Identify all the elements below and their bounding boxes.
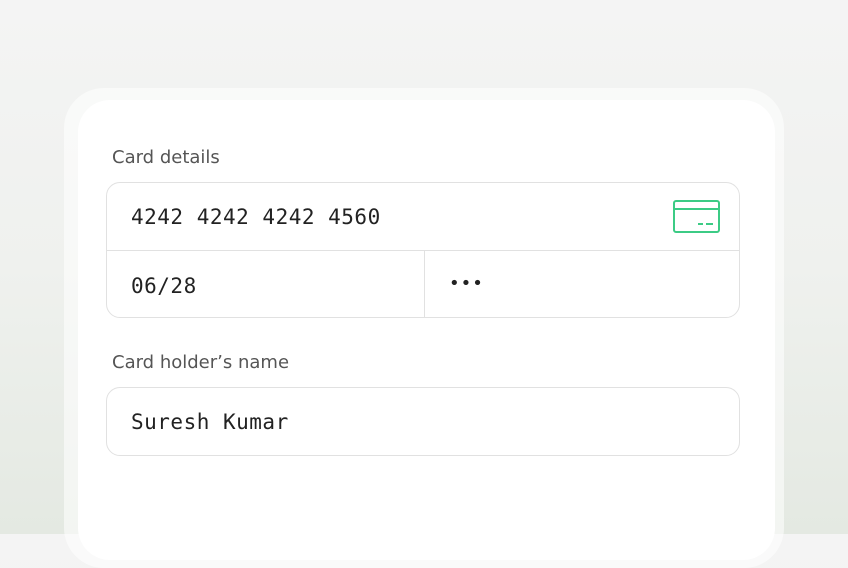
payment-card-panel [78,100,775,560]
card-holder-name-label: Card holder’s name [112,352,290,373]
field-divider-vertical [424,251,425,318]
card-details-group: 4242 4242 4242 4560 06/28 ••• [106,182,740,318]
card-holder-name-input[interactable]: Suresh Kumar [106,387,740,456]
credit-card-icon [673,200,720,233]
card-number-field[interactable]: 4242 4242 4242 4560 [131,205,381,229]
expiry-date-field[interactable]: 06/28 [131,274,197,298]
cvc-field[interactable]: ••• [449,273,484,294]
card-holder-name-value: Suresh Kumar [131,410,289,434]
card-details-label: Card details [112,147,220,168]
field-divider-horizontal [107,250,739,251]
